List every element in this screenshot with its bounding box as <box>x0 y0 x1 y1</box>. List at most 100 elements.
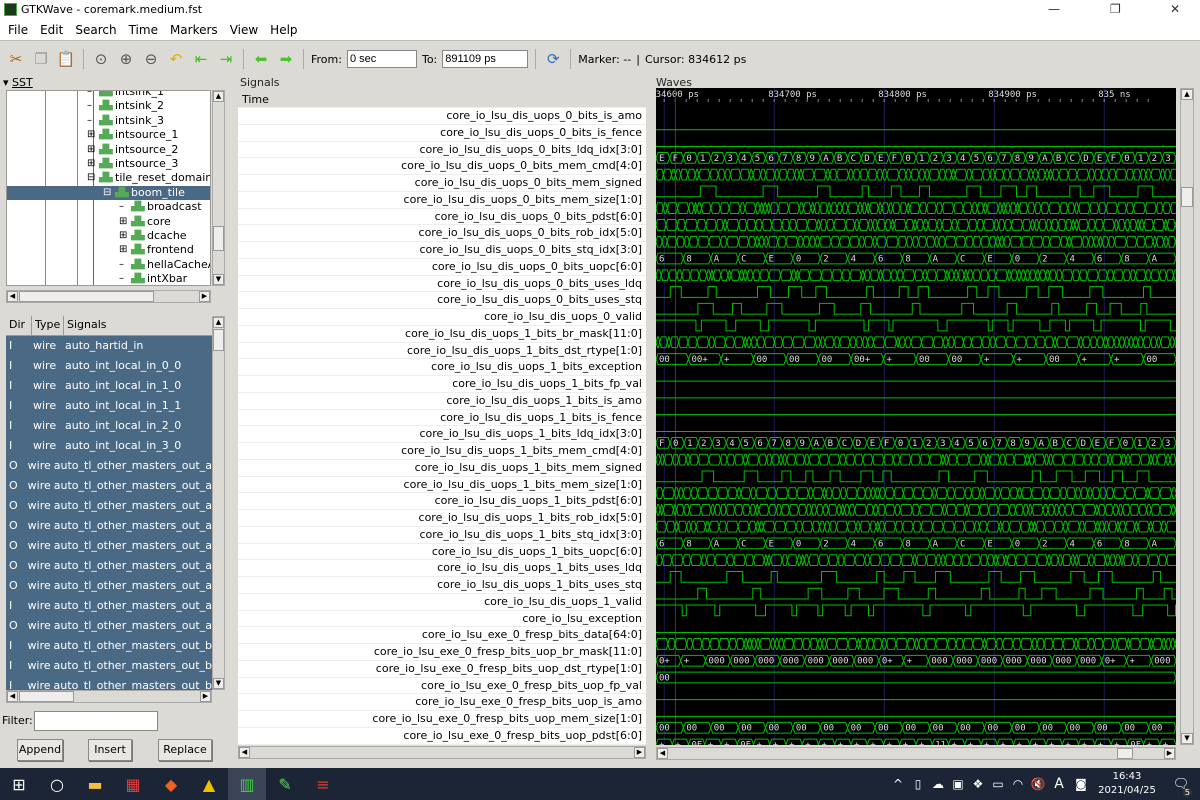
clock[interactable]: 16:43 2021/04/25 <box>1092 770 1162 798</box>
signal-name-row[interactable]: core_io_lsu_dis_uops_0_bits_mem_cmd[4:0] <box>238 158 646 175</box>
collapse-icon[interactable]: ⊟ <box>103 186 111 200</box>
signal-name-row[interactable]: core_io_lsu_exe_0_fresp_bits_uop_dst_rty… <box>238 661 646 678</box>
tray-app-icon[interactable]: ▯ <box>908 768 928 800</box>
signal-name-row[interactable]: core_io_lsu_dis_uops_1_bits_dst_rtype[1:… <box>238 343 646 360</box>
brave-browser-icon[interactable]: ◆ <box>152 768 190 800</box>
onedrive-icon[interactable]: ☁ <box>928 768 948 800</box>
signal-name-row[interactable]: core_io_lsu_dis_uops_0_bits_pdst[6:0] <box>238 209 646 226</box>
signal-name-row[interactable]: core_io_lsu_dis_uops_0_valid <box>238 309 646 326</box>
signal-name-row[interactable]: core_io_lsu_dis_uops_1_bits_ldq_idx[3:0] <box>238 426 646 443</box>
cut-icon[interactable]: ✂ <box>6 49 26 69</box>
signal-name-row[interactable]: core_io_lsu_exe_0_fresp_bits_uop_fp_val <box>238 678 646 695</box>
menu-search[interactable]: Search <box>75 23 116 37</box>
battery-icon[interactable]: ▭ <box>988 768 1008 800</box>
tree-branch-line[interactable]: – <box>119 272 124 285</box>
tree-vertical-scrollbar[interactable]: ▲ ▼ <box>212 90 225 286</box>
expand-icon[interactable]: ⊞ <box>119 243 127 257</box>
editor-icon[interactable]: ✎ <box>266 768 304 800</box>
tree-node[interactable]: ⊞ ▟▙ intsource_1 <box>7 128 210 142</box>
zoom-to-start-icon[interactable]: ⇤ <box>191 49 211 69</box>
tray-chevron-icon[interactable]: ^ <box>888 768 908 800</box>
waveform-canvas[interactable]: 834600 ps 834700 ps 834800 ps 834900 ps 835 … <box>656 88 1176 745</box>
scroll-thumb[interactable] <box>19 691 74 702</box>
close-button[interactable]: ✕ <box>1170 2 1180 16</box>
append-button[interactable]: Append <box>17 739 63 761</box>
signal-list-row[interactable]: Iwire auto_int_local_in_3_0 <box>6 436 212 456</box>
signal-name-row[interactable]: core_io_lsu_dis_uops_0_bits_rob_idx[5:0] <box>238 225 646 242</box>
zoom-fit-icon[interactable]: ⊙ <box>91 49 111 69</box>
menu-edit[interactable]: Edit <box>40 23 63 37</box>
signal-list-row[interactable]: Owire auto_tl_other_masters_out_a <box>6 516 212 536</box>
signal-list-row[interactable]: Owire auto_tl_other_masters_out_a <box>6 536 212 556</box>
signal-name-row[interactable]: core_io_lsu_dis_uops_0_bits_uses_ldq <box>238 276 646 293</box>
tree-node[interactable]: – ▟▙ hellaCacheA <box>7 258 210 272</box>
tree-node[interactable]: ⊞ ▟▙ intsource_2 <box>7 143 210 157</box>
signal-name-row[interactable]: core_io_lsu_dis_uops_1_bits_rob_idx[5:0] <box>238 510 646 527</box>
to-time-input[interactable] <box>442 50 529 68</box>
signal-list-row[interactable]: Iwire auto_int_local_in_2_0 <box>6 416 212 436</box>
column-header-dir[interactable]: Dir <box>6 316 32 335</box>
windows-start-icon[interactable]: ⊞ <box>0 768 38 800</box>
tree-node[interactable]: – ▟▙ broadcast <box>7 200 210 214</box>
signal-list-row[interactable]: Iwire auto_hartid_in <box>6 336 212 356</box>
app-icon[interactable]: ▲ <box>190 768 228 800</box>
signal-name-row[interactable]: core_io_lsu_dis_uops_0_bits_uopc[6:0] <box>238 259 646 276</box>
tree-node[interactable]: ⊟ ▟▙ tile_reset_domain <box>7 171 210 185</box>
signal-name-row[interactable]: core_io_lsu_dis_uops_1_bits_mem_signed <box>238 460 646 477</box>
scroll-left-icon[interactable]: ◀ <box>7 291 18 302</box>
signal-name-row[interactable]: core_io_lsu_dis_uops_1_bits_br_mask[11:0… <box>238 326 646 343</box>
waves-horizontal-scrollbar[interactable]: ◀ ▶ <box>656 747 1176 760</box>
signal-list-row[interactable]: Iwire auto_int_local_in_1_0 <box>6 376 212 396</box>
tree-branch-line[interactable]: – <box>119 200 124 214</box>
scroll-down-icon[interactable]: ▼ <box>1181 733 1193 744</box>
signal-list-row[interactable]: Owire auto_tl_other_masters_out_a <box>6 556 212 576</box>
signal-name-row[interactable]: core_io_lsu_dis_uops_0_bits_is_amo <box>238 108 646 125</box>
signal-list-row[interactable]: Owire auto_tl_other_masters_out_a <box>6 456 212 476</box>
volume-muted-icon[interactable]: 🔇 <box>1028 768 1048 800</box>
insert-button[interactable]: Insert <box>88 739 132 761</box>
scroll-up-icon[interactable]: ▲ <box>213 91 224 102</box>
signal-name-row[interactable]: core_io_lsu_dis_uops_0_bits_ldq_idx[3:0] <box>238 142 646 159</box>
signal-name-row[interactable]: core_io_lsu_dis_uops_0_bits_uses_stq <box>238 292 646 309</box>
minimize-button[interactable]: — <box>1048 2 1060 16</box>
signal-name-row[interactable]: core_io_lsu_dis_uops_1_bits_is_amo <box>238 393 646 410</box>
expand-icon[interactable]: ⊞ <box>119 229 127 243</box>
signal-name-row[interactable]: core_io_lsu_dis_uops_1_bits_uses_ldq <box>238 560 646 577</box>
gtkwave-taskbar-icon[interactable]: ▥ <box>228 768 266 800</box>
signal-name-row[interactable]: core_io_lsu_dis_uops_1_bits_uopc[6:0] <box>238 544 646 561</box>
scroll-up-icon[interactable]: ▲ <box>213 317 224 328</box>
signal-name-row[interactable]: core_io_lsu_dis_uops_1_bits_stq_idx[3:0] <box>238 527 646 544</box>
network-device-icon[interactable]: ▣ <box>948 768 968 800</box>
signal-list-row[interactable]: Owire auto_tl_other_masters_out_a <box>6 576 212 596</box>
signals-horizontal-scrollbar[interactable]: ◀ ▶ <box>238 746 646 759</box>
scroll-up-icon[interactable]: ▲ <box>1181 89 1193 100</box>
scroll-right-icon[interactable]: ▶ <box>199 291 210 302</box>
maximize-button[interactable]: ❐ <box>1110 2 1121 16</box>
scroll-left-icon[interactable]: ◀ <box>7 691 18 702</box>
expand-icon[interactable]: ⊞ <box>87 143 95 157</box>
wifi-icon[interactable]: ◠ <box>1008 768 1028 800</box>
signal-name-row[interactable]: core_io_lsu_dis_uops_1_valid <box>238 594 646 611</box>
tree-node[interactable]: ⊞ ▟▙ dcache <box>7 229 210 243</box>
todoist-icon[interactable]: ≡ <box>304 768 342 800</box>
signal-name-row[interactable]: core_io_lsu_dis_uops_0_bits_stq_idx[3:0] <box>238 242 646 259</box>
column-header-type[interactable]: Type <box>32 316 64 335</box>
scroll-right-icon[interactable]: ▶ <box>200 691 211 702</box>
app-grid-icon[interactable]: ▦ <box>114 768 152 800</box>
menu-markers[interactable]: Markers <box>170 23 218 37</box>
file-explorer-icon[interactable]: ▬ <box>76 768 114 800</box>
signal-list-table[interactable]: Dir Type Signals Iwire auto_hartid_in Iwir… <box>6 316 212 690</box>
signal-list-row[interactable]: Iwire auto_int_local_in_1_1 <box>6 396 212 416</box>
scroll-thumb[interactable] <box>213 226 224 251</box>
signal-list-row[interactable]: Iwire auto_tl_other_masters_out_b <box>6 636 212 656</box>
tree-node[interactable]: – ▟▙ intsink_1 <box>7 91 210 99</box>
zoom-in-icon[interactable]: ⊕ <box>116 49 136 69</box>
waves-vertical-scrollbar[interactable]: ▲ ▼ <box>1180 88 1194 745</box>
signal-name-row[interactable]: core_io_lsu_exe_0_fresp_bits_data[64:0] <box>238 627 646 644</box>
signal-name-row[interactable]: core_io_lsu_dis_uops_1_bits_uses_stq <box>238 577 646 594</box>
back-arrow-icon[interactable]: ⬅ <box>251 49 271 69</box>
tree-branch-line[interactable]: – <box>119 258 124 272</box>
scroll-down-icon[interactable]: ▼ <box>213 678 224 689</box>
scroll-down-icon[interactable]: ▼ <box>213 274 224 285</box>
signal-name-row[interactable]: core_io_lsu_dis_uops_1_bits_fp_val <box>238 376 646 393</box>
